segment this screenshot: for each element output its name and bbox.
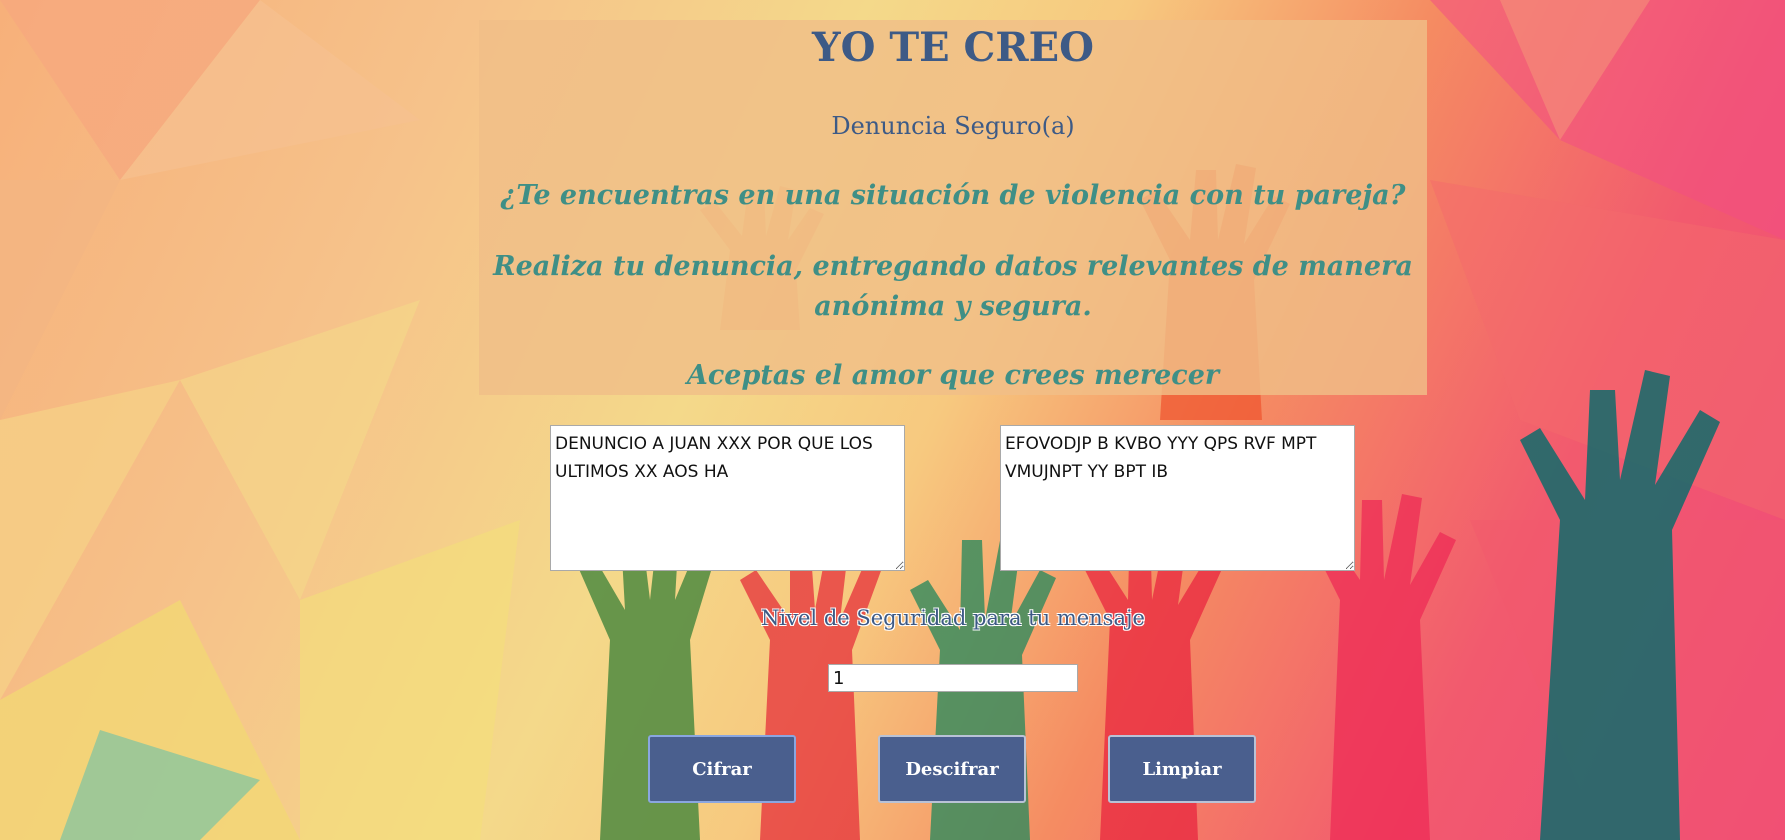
security-level-label: Nivel de Seguridad para tu mensaje	[761, 606, 1145, 630]
encrypt-button[interactable]: Cifrar	[648, 735, 796, 803]
clear-button[interactable]: Limpiar	[1108, 735, 1256, 803]
security-level-input[interactable]	[828, 664, 1078, 692]
slogan-text: Aceptas el amor que crees merecer	[686, 360, 1220, 391]
page-title: YO TE CREO	[812, 24, 1094, 71]
page-subtitle: Denuncia Seguro(a)	[831, 112, 1075, 140]
cipher-text-area[interactable]: EFOVODJP B KVBO YYY QPS RVF MPT VMUJNPT …	[1000, 425, 1355, 571]
report-instruction: Realiza tu denuncia, entregando datos re…	[493, 251, 1413, 322]
violence-question: ¿Te encuentras en una situación de viole…	[500, 180, 1406, 211]
decrypt-button[interactable]: Descifrar	[878, 735, 1026, 803]
plain-text-area[interactable]: DENUNCIO A JUAN XXX POR QUE LOS ULTIMOS …	[550, 425, 905, 571]
